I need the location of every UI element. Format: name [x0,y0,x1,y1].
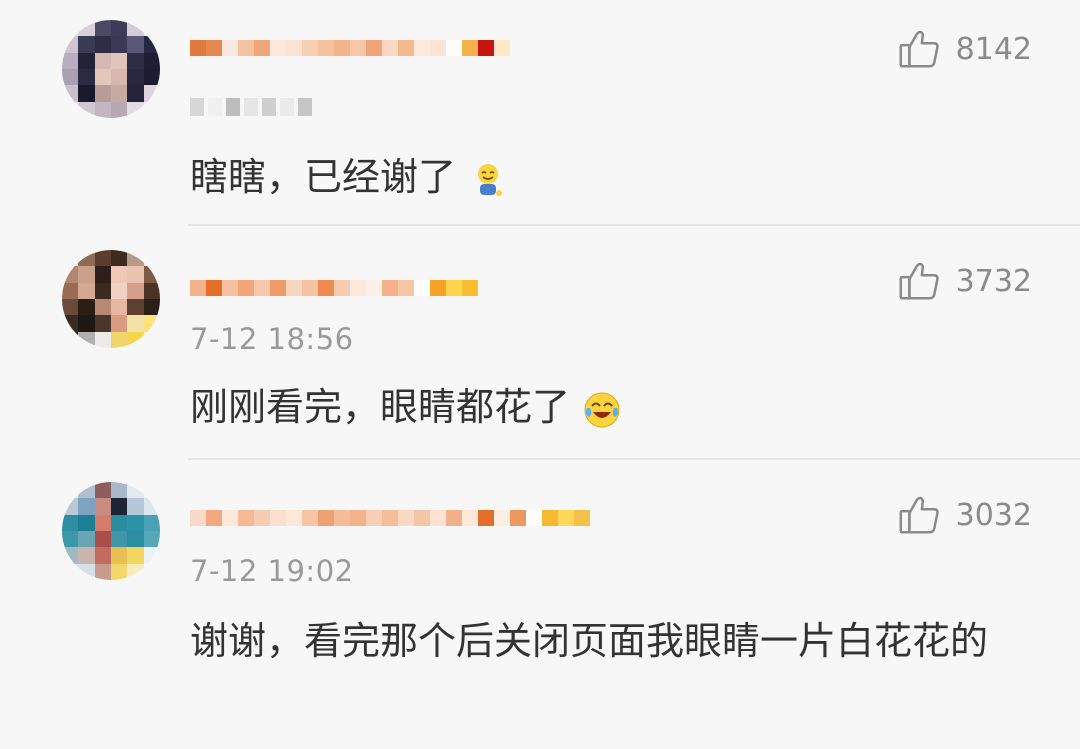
timestamp: 7-12 18:56 [190,322,354,356]
thumbs-up-icon [899,496,939,534]
avatar[interactable] [62,250,160,348]
avatar[interactable] [62,20,160,118]
username-redacted[interactable] [190,498,590,538]
timestamp-redacted [190,98,316,118]
comment-text: 刚刚看完，眼睛都花了 [190,378,1040,436]
comment-item: 瞎瞎，已经谢了 8142 [0,0,1080,226]
comment-text: 瞎瞎，已经谢了 [190,148,1040,206]
username-redacted[interactable] [190,268,478,308]
like-count: 8142 [955,31,1032,67]
smiling-face-emoji [478,163,503,196]
comment-item: 7-12 19:02 谢谢，看完那个后关闭页面我眼睛一片白花花的 3032 [0,460,1080,749]
like-count: 3032 [955,497,1032,533]
like-button[interactable]: 8142 [896,26,1032,72]
crying-laughing-emoji [584,392,620,427]
like-button[interactable]: 3732 [896,258,1032,304]
comment-item: 7-12 18:56 刚刚看完，眼睛都花了 3732 [0,226,1080,460]
like-button[interactable]: 3032 [896,492,1032,538]
comment-text: 谢谢，看完那个后关闭页面我眼睛一片白花花的 [190,619,989,663]
thumbs-up-icon [899,30,939,68]
username-redacted[interactable] [190,28,510,68]
timestamp: 7-12 19:02 [190,554,354,588]
avatar[interactable] [62,482,160,580]
thumbs-up-icon [899,262,939,300]
like-count: 3732 [955,263,1032,299]
